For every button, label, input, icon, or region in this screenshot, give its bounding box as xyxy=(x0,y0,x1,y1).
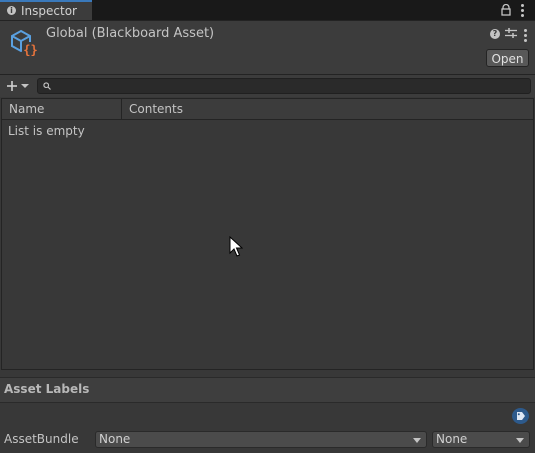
chevron-down-icon xyxy=(516,438,524,443)
column-contents-header[interactable]: Contents xyxy=(129,102,183,116)
empty-list-message: List is empty xyxy=(8,124,85,138)
variables-list: Name Contents List is empty xyxy=(1,98,534,370)
help-icon[interactable]: ? xyxy=(490,29,500,39)
tab-inspector[interactable]: i Inspector xyxy=(0,0,92,20)
inspector-header: {} Global (Blackboard Asset) ? Open xyxy=(0,21,535,75)
plus-icon xyxy=(7,81,17,91)
assetbundle-label: AssetBundle xyxy=(4,432,79,446)
add-item-button[interactable] xyxy=(4,77,32,95)
assetbundle-variant-dropdown[interactable]: None xyxy=(432,431,530,448)
kebab-menu-icon[interactable] xyxy=(521,4,525,19)
header-kebab-menu-icon[interactable] xyxy=(524,29,528,44)
column-name-header[interactable]: Name xyxy=(9,102,44,116)
assetbundle-value: None xyxy=(99,432,131,446)
tab-label: Inspector xyxy=(21,4,77,18)
tab-bar: i Inspector xyxy=(0,0,535,21)
assetbundle-dropdown[interactable]: None xyxy=(95,431,427,448)
asset-title: Global (Blackboard Asset) xyxy=(46,26,215,41)
chevron-down-icon xyxy=(21,84,29,88)
column-divider[interactable] xyxy=(121,99,122,119)
asset-labels-section[interactable]: Asset Labels xyxy=(0,378,535,403)
list-toolbar xyxy=(0,75,535,97)
lock-icon[interactable] xyxy=(501,4,511,16)
cursor-icon xyxy=(229,236,243,257)
asset-labels-title: Asset Labels xyxy=(4,382,90,396)
variant-value: None xyxy=(436,432,468,446)
search-field[interactable] xyxy=(37,78,531,94)
list-header: Name Contents xyxy=(2,99,533,120)
settings-icon[interactable] xyxy=(505,27,517,39)
info-icon: i xyxy=(7,6,16,15)
tag-icon[interactable] xyxy=(512,408,529,424)
svg-text:{}: {} xyxy=(23,43,37,57)
blackboard-asset-icon: {} xyxy=(11,29,39,57)
chevron-down-icon xyxy=(413,438,421,443)
open-button[interactable]: Open xyxy=(486,49,529,67)
search-icon xyxy=(43,82,51,90)
